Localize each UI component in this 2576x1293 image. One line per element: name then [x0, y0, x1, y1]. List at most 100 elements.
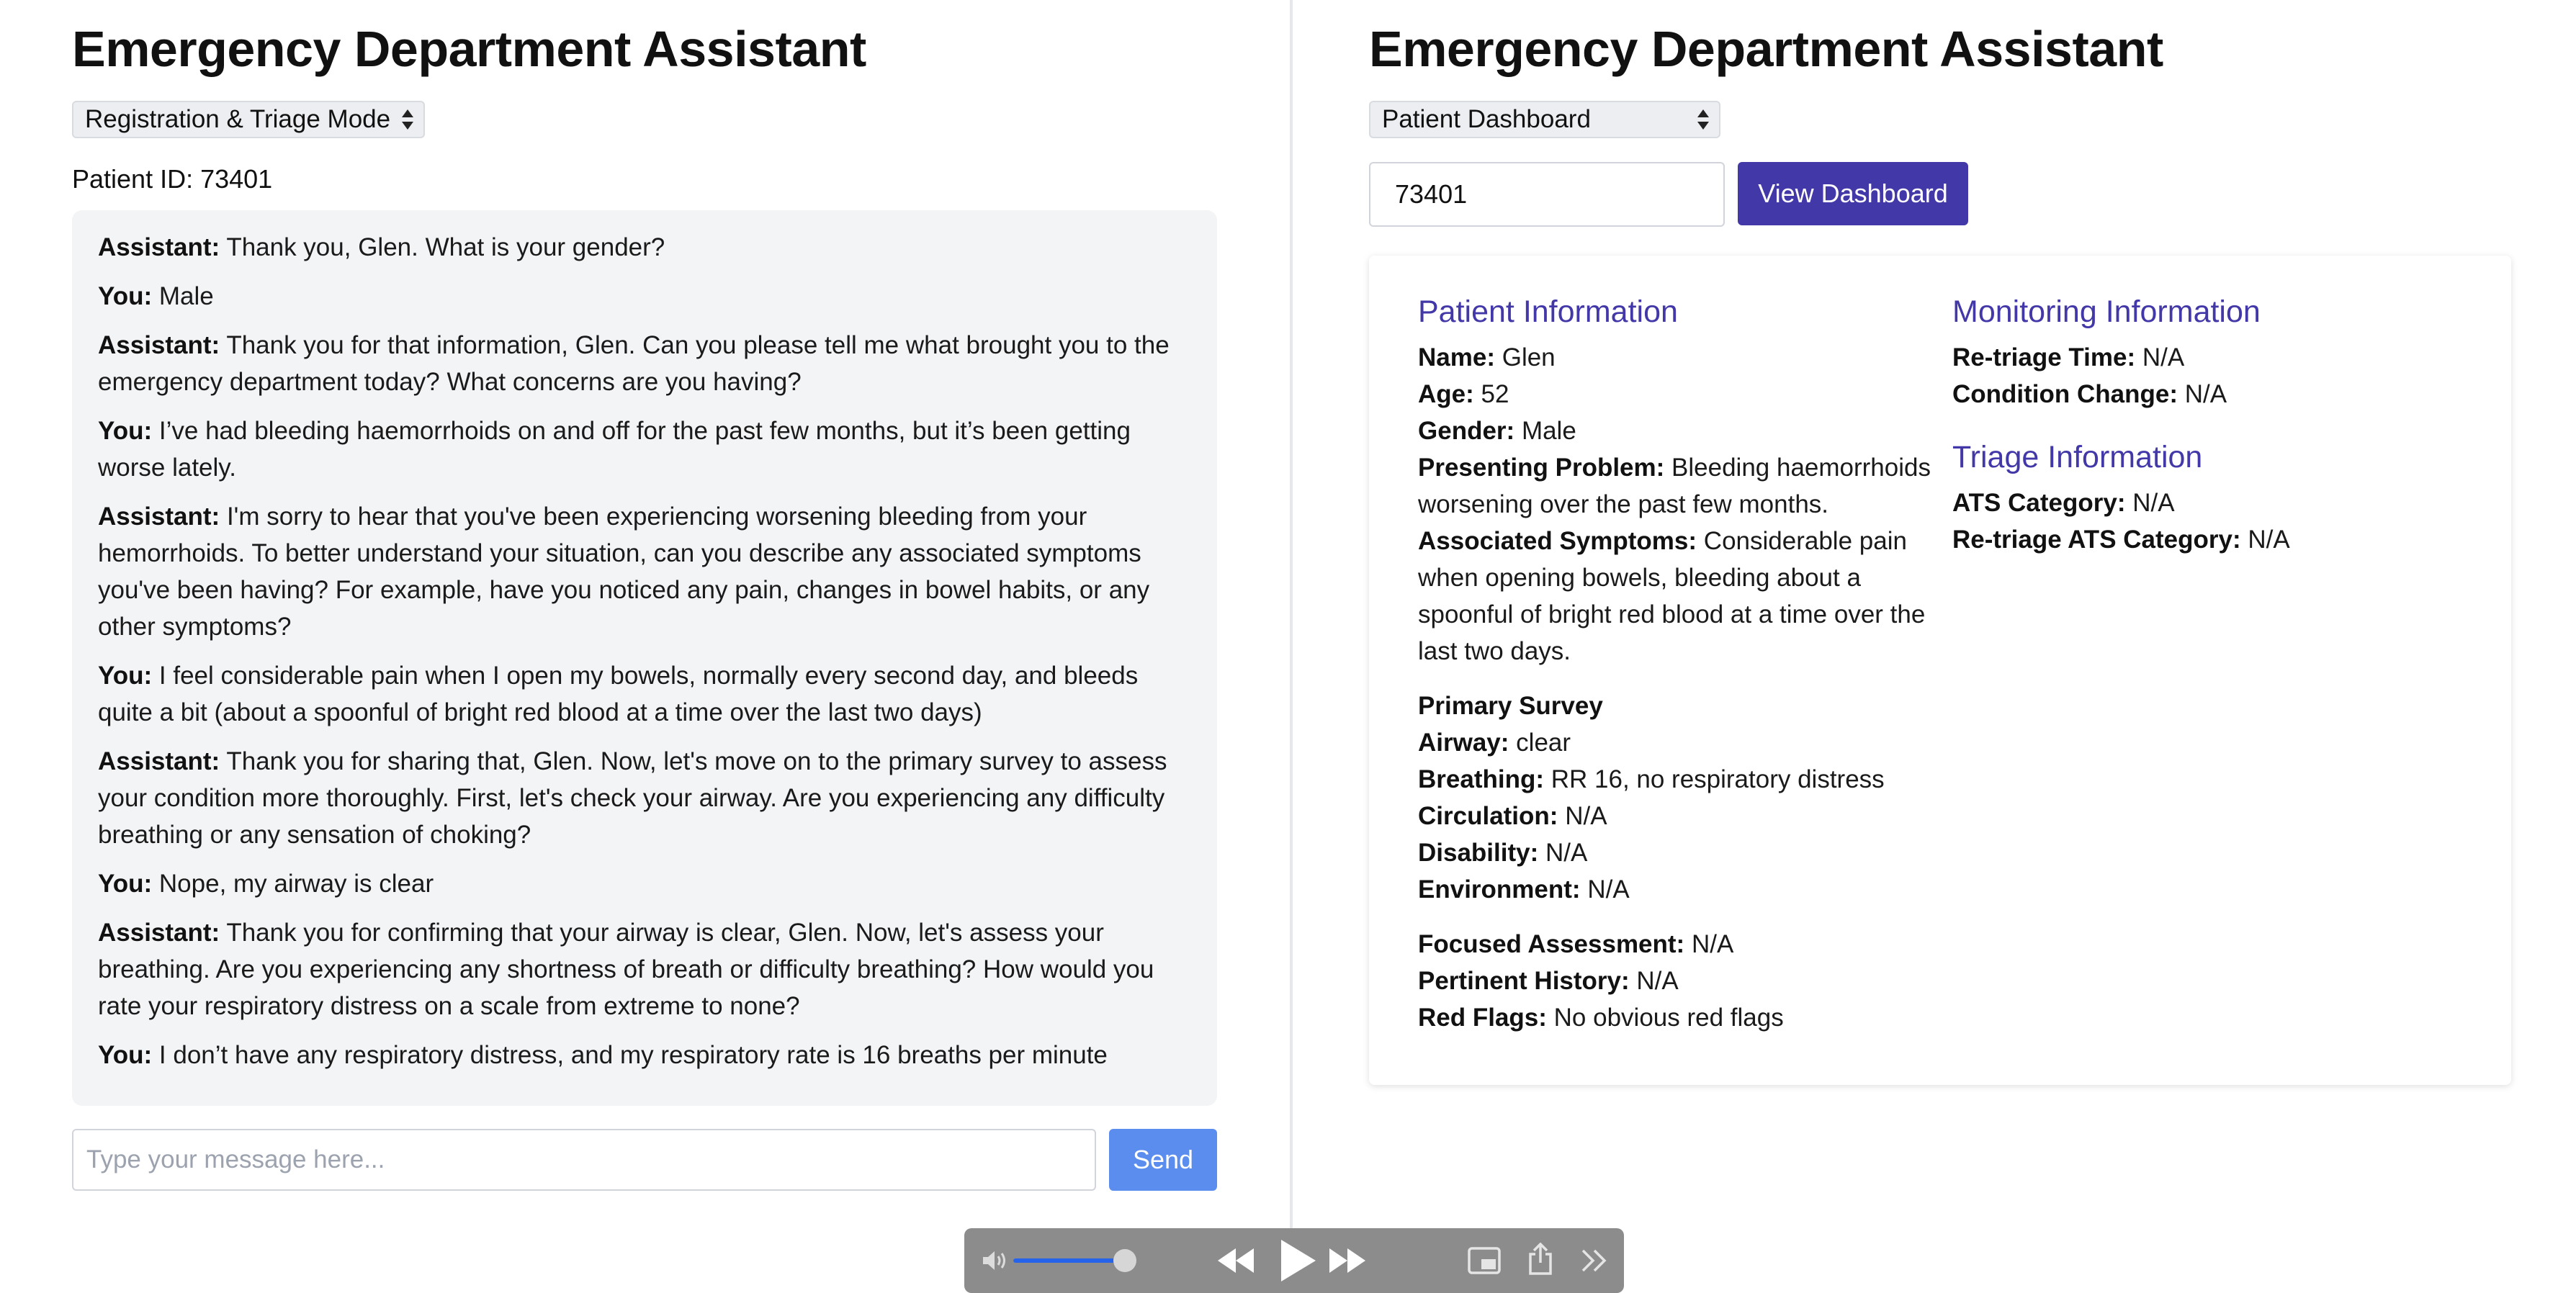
send-button[interactable]: Send — [1109, 1129, 1217, 1191]
field-airway: Airway: clear — [1418, 724, 1937, 761]
chat-message: Assistant: I'm sorry to hear that you've… — [98, 498, 1191, 645]
message-text: Male — [158, 282, 214, 310]
patient-id-label: Patient ID: 73401 — [72, 164, 273, 194]
field-label: Red Flags: — [1418, 1004, 1547, 1032]
field-pertinent-history: Pertinent History: N/A — [1418, 963, 1937, 999]
field-value: N/A — [2248, 526, 2290, 554]
field-value: No obvious red flags — [1553, 1004, 1784, 1032]
chat-message: You: I don’t have any respiratory distre… — [98, 1037, 1191, 1073]
chat-message: Assistant: Thank you for confirming that… — [98, 914, 1191, 1024]
message-text: I'm sorry to hear that you've been exper… — [98, 503, 1150, 641]
chat-message: Assistant: Thank you, Glen. What is your… — [98, 229, 1191, 266]
view-dashboard-button[interactable]: View Dashboard — [1738, 162, 1968, 225]
field-label: Presenting Problem: — [1418, 454, 1665, 482]
field-label: Re-triage Time: — [1952, 343, 2136, 371]
field-label: ATS Category: — [1952, 489, 2126, 517]
select-arrows-icon — [402, 108, 415, 131]
field-value: Male — [1521, 417, 1576, 445]
message-speaker: Assistant: — [98, 503, 220, 531]
picture-in-picture-icon[interactable] — [1467, 1245, 1502, 1276]
field-label: Associated Symptoms: — [1418, 527, 1697, 555]
more-icon[interactable] — [1579, 1247, 1610, 1274]
message-text: Nope, my airway is clear — [158, 870, 434, 898]
volume-slider-handle[interactable] — [1113, 1249, 1136, 1272]
field-value: clear — [1516, 729, 1571, 757]
patient-info-column: Patient Information Name: Glen Age: 52 G… — [1418, 292, 1937, 1036]
message-composer: Send — [72, 1129, 1217, 1191]
message-speaker: Assistant: — [98, 919, 220, 947]
patient-id-input[interactable] — [1369, 162, 1725, 227]
field-label: Name: — [1418, 343, 1495, 371]
field-value: 52 — [1481, 380, 1509, 408]
field-label: Gender: — [1418, 417, 1515, 445]
message-speaker: Assistant: — [98, 331, 220, 359]
field-ats-category: ATS Category: N/A — [1952, 485, 2485, 521]
field-red-flags: Red Flags: No obvious red flags — [1418, 999, 1937, 1036]
field-environment: Environment: N/A — [1418, 871, 1937, 908]
field-condition-change: Condition Change: N/A — [1952, 376, 2485, 413]
play-icon[interactable] — [1275, 1238, 1319, 1283]
message-text: I’ve had bleeding haemorrhoids on and of… — [98, 417, 1131, 482]
message-speaker: Assistant: — [98, 747, 220, 775]
field-retriage-time: Re-triage Time: N/A — [1952, 339, 2485, 376]
message-text: Thank you for sharing that, Glen. Now, l… — [98, 747, 1167, 849]
field-focused-assessment: Focused Assessment: N/A — [1418, 926, 1937, 963]
field-disability: Disability: N/A — [1418, 834, 1937, 871]
message-text: Thank you for that information, Glen. Ca… — [98, 331, 1170, 396]
volume-icon[interactable] — [980, 1248, 1009, 1273]
message-text: I feel considerable pain when I open my … — [98, 662, 1139, 726]
chat-message: You: Male — [98, 278, 1191, 315]
triage-info-title: Triage Information — [1952, 440, 2203, 474]
chat-pane: Emergency Department Assistant Registrat… — [0, 0, 1293, 1293]
app-title: Emergency Department Assistant — [72, 21, 866, 77]
media-controls — [964, 1228, 1624, 1293]
chat-history[interactable]: Assistant: Thank you, Glen. What is your… — [72, 210, 1217, 1106]
field-value: N/A — [1545, 839, 1588, 867]
monitoring-info-title: Monitoring Information — [1952, 294, 2261, 329]
field-value: N/A — [1565, 802, 1607, 830]
share-icon[interactable] — [1526, 1243, 1555, 1276]
message-speaker: Assistant: — [98, 233, 220, 261]
field-retriage-ats-category: Re-triage ATS Category: N/A — [1952, 521, 2485, 558]
field-label: Airway: — [1418, 729, 1509, 757]
field-age: Age: 52 — [1418, 376, 1937, 413]
field-value: N/A — [1691, 930, 1734, 958]
field-gender: Gender: Male — [1418, 413, 1937, 449]
select-arrows-icon — [1697, 108, 1710, 131]
chat-message: You: Nope, my airway is clear — [98, 865, 1191, 902]
field-label: Circulation: — [1418, 802, 1558, 830]
field-label: Breathing: — [1418, 765, 1544, 793]
rewind-icon[interactable] — [1216, 1247, 1255, 1274]
field-label: Age: — [1418, 380, 1474, 408]
message-text: Thank you, Glen. What is your gender? — [226, 233, 665, 261]
chat-message: You: I feel considerable pain when I ope… — [98, 657, 1191, 731]
fast-forward-icon[interactable] — [1328, 1247, 1367, 1274]
chat-message: Assistant: Thank you for that informatio… — [98, 327, 1191, 400]
patient-info-title: Patient Information — [1418, 294, 1678, 329]
field-value: RR 16, no respiratory distress — [1550, 765, 1885, 793]
message-input[interactable] — [72, 1129, 1096, 1191]
mode-select[interactable]: Registration & Triage Mode — [72, 101, 425, 138]
message-speaker: You: — [98, 870, 153, 898]
field-circulation: Circulation: N/A — [1418, 798, 1937, 834]
field-value: N/A — [1587, 875, 1630, 904]
app-title: Emergency Department Assistant — [1369, 21, 2163, 77]
message-text: I don’t have any respiratory distress, a… — [158, 1041, 1108, 1069]
mode-select[interactable]: Patient Dashboard — [1369, 101, 1720, 138]
message-speaker: You: — [98, 417, 153, 445]
chat-message: You: I’ve had bleeding haemorrhoids on a… — [98, 413, 1191, 486]
dashboard-pane: Emergency Department Assistant Patient D… — [1296, 0, 2576, 1293]
field-label: Pertinent History: — [1418, 967, 1630, 995]
field-associated-symptoms: Associated Symptoms: Considerable pain w… — [1418, 523, 1937, 670]
field-value: N/A — [1636, 967, 1679, 995]
chat-message: Assistant: Thank you for sharing that, G… — [98, 743, 1191, 853]
message-speaker: You: — [98, 1041, 153, 1069]
monitoring-triage-column: Monitoring Information Re-triage Time: N… — [1952, 292, 2485, 558]
mode-select-value: Patient Dashboard — [1382, 105, 1591, 133]
mode-select-value: Registration & Triage Mode — [85, 105, 391, 133]
field-breathing: Breathing: RR 16, no respiratory distres… — [1418, 761, 1937, 798]
field-value: N/A — [2184, 380, 2227, 408]
primary-survey-title: Primary Survey — [1418, 692, 1603, 720]
field-label: Focused Assessment: — [1418, 930, 1685, 958]
